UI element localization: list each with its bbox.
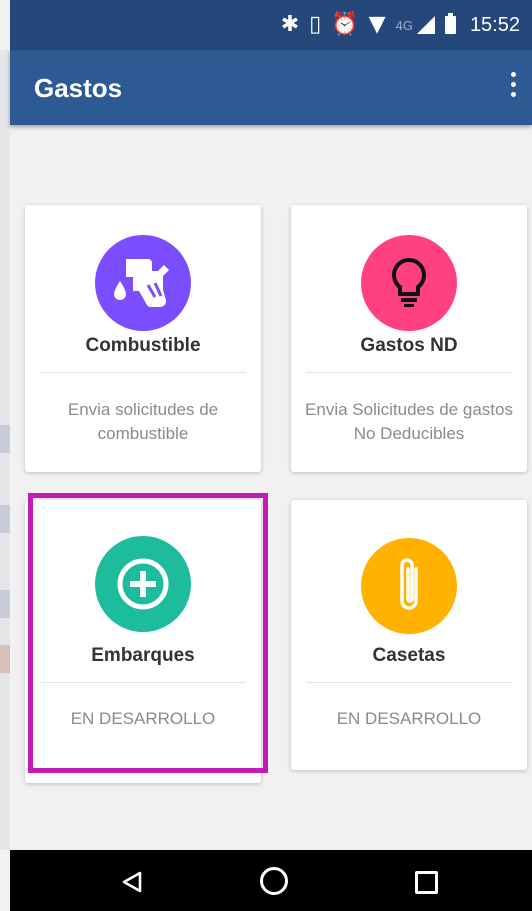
vibrate-icon: ▯ [309, 12, 322, 37]
back-icon[interactable] [120, 870, 144, 894]
signal-icon [416, 16, 435, 34]
divider [40, 682, 246, 683]
lightbulb-icon [361, 235, 457, 331]
card-embarques[interactable]: Embarques EN DESARROLLO [25, 500, 261, 783]
alarm-icon: ⏰ [331, 12, 359, 37]
divider [306, 682, 512, 683]
wifi-icon: ▼ [368, 12, 386, 37]
bluetooth-icon: ✱ [280, 12, 300, 37]
network-type: 4G [395, 17, 413, 33]
status-bar: ✱ ▯ ⏰ ▼ 4G 15:52 [10, 0, 532, 50]
card-description: EN DESARROLLO [336, 709, 482, 728]
card-casetas[interactable]: Casetas EN DESARROLLO [291, 500, 527, 770]
card-title: Gastos ND [360, 335, 458, 356]
card-gastos-nd[interactable]: Gastos ND Envia Solicitudes de gastos No… [291, 205, 527, 472]
clock: 15:52 [469, 13, 520, 36]
card-combustible[interactable]: Combustible Envia solicitudes de combust… [25, 205, 261, 472]
card-description: Envia solicitudes de combustible [67, 400, 219, 443]
card-description: Envia Solicitudes de gastos No Deducible… [305, 400, 513, 443]
page-title: Gastos [34, 73, 123, 103]
card-title: Embarques [91, 645, 195, 666]
recents-icon[interactable] [415, 871, 438, 894]
divider [40, 372, 246, 373]
app-bar: Gastos [10, 50, 532, 125]
paperclip-icon [361, 538, 457, 634]
home-icon[interactable] [260, 867, 288, 895]
navigation-bar [10, 850, 532, 911]
add-circle-icon [95, 536, 191, 632]
background-window-edge [0, 50, 10, 850]
divider [306, 372, 512, 373]
overflow-menu-icon[interactable] [508, 72, 518, 102]
card-description: EN DESARROLLO [70, 709, 216, 728]
fuel-pump-icon [95, 235, 191, 331]
card-title: Combustible [85, 335, 201, 356]
card-title: Casetas [372, 645, 446, 666]
battery-icon [444, 13, 456, 34]
